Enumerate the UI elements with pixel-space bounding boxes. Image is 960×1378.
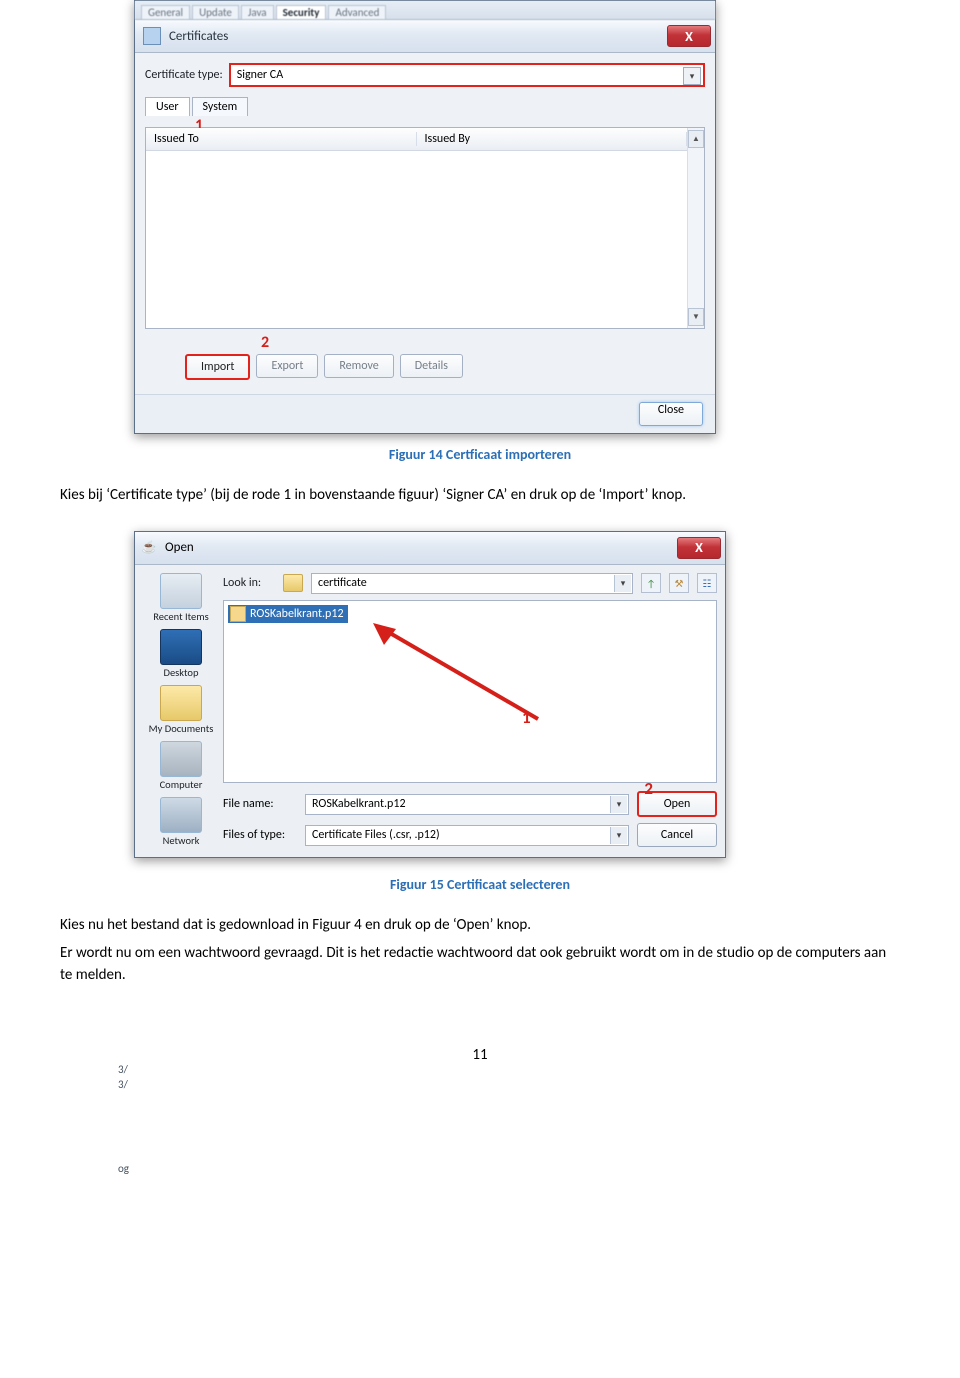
details-button[interactable]: Details	[400, 354, 463, 378]
cert-type-value: Signer CA	[237, 68, 283, 82]
place-recent-label: Recent Items	[153, 610, 208, 623]
tab-advanced[interactable]: Advanced	[328, 5, 386, 19]
lookin-combo[interactable]: certificate ▾	[311, 573, 633, 594]
scroll-up-icon[interactable]: ▲	[688, 130, 704, 148]
folder-icon	[283, 574, 303, 592]
tab-java[interactable]: Java	[241, 5, 274, 19]
close-button-footer[interactable]: Close	[639, 402, 703, 426]
places-bar: Recent Items Desktop My Documents Comput…	[139, 573, 223, 847]
file-item-name: ROSKabelkrant.p12	[250, 607, 344, 621]
place-desktop[interactable]: Desktop	[146, 629, 216, 679]
place-documents[interactable]: My Documents	[146, 685, 216, 735]
place-documents-label: My Documents	[149, 722, 214, 735]
paragraph-1: Kies bij ‘Certificate type’ (bij de rode…	[60, 485, 900, 507]
java-icon: ☕	[141, 540, 157, 556]
documents-icon	[160, 685, 202, 721]
tab-general[interactable]: General	[141, 5, 190, 19]
tab-security[interactable]: Security	[276, 5, 327, 19]
cert-type-combo[interactable]: Signer CA ▾	[229, 63, 705, 87]
place-computer[interactable]: Computer	[146, 741, 216, 791]
window-icon	[143, 27, 161, 45]
titlebar: Certificates X	[135, 20, 715, 53]
cert-type-label: Certificate type:	[145, 68, 223, 82]
filetype-combo[interactable]: Certificate Files (.csr, .p12) ▾	[305, 825, 629, 846]
tab-user[interactable]: User	[145, 97, 190, 116]
import-button[interactable]: Import	[185, 354, 250, 380]
col-issued-by[interactable]: Issued By	[417, 132, 688, 146]
computer-icon	[160, 741, 202, 777]
place-network-label: Network	[163, 834, 200, 847]
remove-button[interactable]: Remove	[324, 354, 393, 378]
open-titlebar: ☕ Open X	[135, 532, 725, 565]
chevron-down-icon[interactable]: ▾	[683, 67, 701, 85]
figure15-caption: Figuur 15 Certificaat selecteren	[60, 876, 900, 893]
network-icon	[160, 797, 202, 833]
annotation-arrow-icon	[368, 619, 548, 729]
filename-value: ROSKabelkrant.p12	[312, 797, 406, 811]
place-computer-label: Computer	[160, 778, 203, 791]
certificates-dialog: General Update Java Security Advanced Ce…	[134, 0, 716, 434]
lookin-label: Look in:	[223, 576, 275, 590]
page-number: 11	[60, 1046, 900, 1064]
recent-icon	[160, 573, 202, 609]
figure14-caption: Figuur 14 Certficaat importeren	[60, 446, 900, 463]
col-issued-to[interactable]: Issued To	[146, 132, 417, 146]
file-list-area[interactable]: ROSKabelkrant.p12 1	[223, 600, 717, 783]
sliver-1: 3/	[118, 1063, 129, 1078]
paragraph-3: Er wordt nu om een wachtwoord gevraagd. …	[60, 943, 900, 987]
up-one-level-icon[interactable]: ↑	[641, 573, 661, 593]
cert-file-icon	[230, 606, 246, 622]
new-folder-icon[interactable]: ⚒	[669, 573, 689, 593]
chevron-down-icon[interactable]: ▾	[614, 575, 631, 592]
sliver-2: 3/	[118, 1078, 129, 1093]
background-text-sliver: 3/ 3/ og	[118, 1063, 129, 1178]
filetype-value: Certificate Files (.csr, .p12)	[312, 828, 440, 842]
parent-tabstrip: General Update Java Security Advanced	[135, 1, 715, 20]
view-menu-icon[interactable]: ☷	[697, 573, 717, 593]
chevron-down-icon[interactable]: ▾	[610, 827, 627, 844]
place-recent[interactable]: Recent Items	[146, 573, 216, 623]
close-button[interactable]: X	[667, 25, 711, 47]
sliver-3: og	[118, 1162, 129, 1177]
scroll-down-icon[interactable]: ▼	[688, 308, 704, 326]
scrollbar[interactable]: ▲ ▼	[687, 128, 704, 328]
cancel-button[interactable]: Cancel	[637, 823, 717, 847]
open-close-button[interactable]: X	[677, 537, 721, 559]
tab-update[interactable]: Update	[192, 5, 239, 19]
chevron-down-icon[interactable]: ▾	[610, 796, 627, 813]
filename-label: File name:	[223, 797, 297, 811]
place-desktop-label: Desktop	[164, 666, 199, 679]
desktop-icon	[160, 629, 202, 665]
open-annotation-2: 2	[644, 778, 653, 799]
paragraph-2: Kies nu het bestand dat is gedownload in…	[60, 915, 900, 937]
window-title: Certificates	[169, 29, 667, 44]
place-network[interactable]: Network	[146, 797, 216, 847]
file-item-selected[interactable]: ROSKabelkrant.p12	[228, 605, 348, 623]
lookin-value: certificate	[318, 576, 367, 590]
filename-input[interactable]: ROSKabelkrant.p12 ▾	[305, 794, 629, 815]
cert-list: Issued To Issued By ▲ ▼	[145, 127, 705, 329]
open-title: Open	[165, 540, 677, 555]
open-dialog: ☕ Open X Recent Items Desktop My Documen…	[134, 531, 726, 858]
open-annotation-1: 1	[522, 707, 531, 728]
filetype-label: Files of type:	[223, 828, 297, 842]
export-button[interactable]: Export	[256, 354, 318, 378]
tab-system[interactable]: System	[192, 97, 249, 116]
dialog-body: Certificate type: Signer CA ▾ User Syste…	[135, 53, 715, 394]
